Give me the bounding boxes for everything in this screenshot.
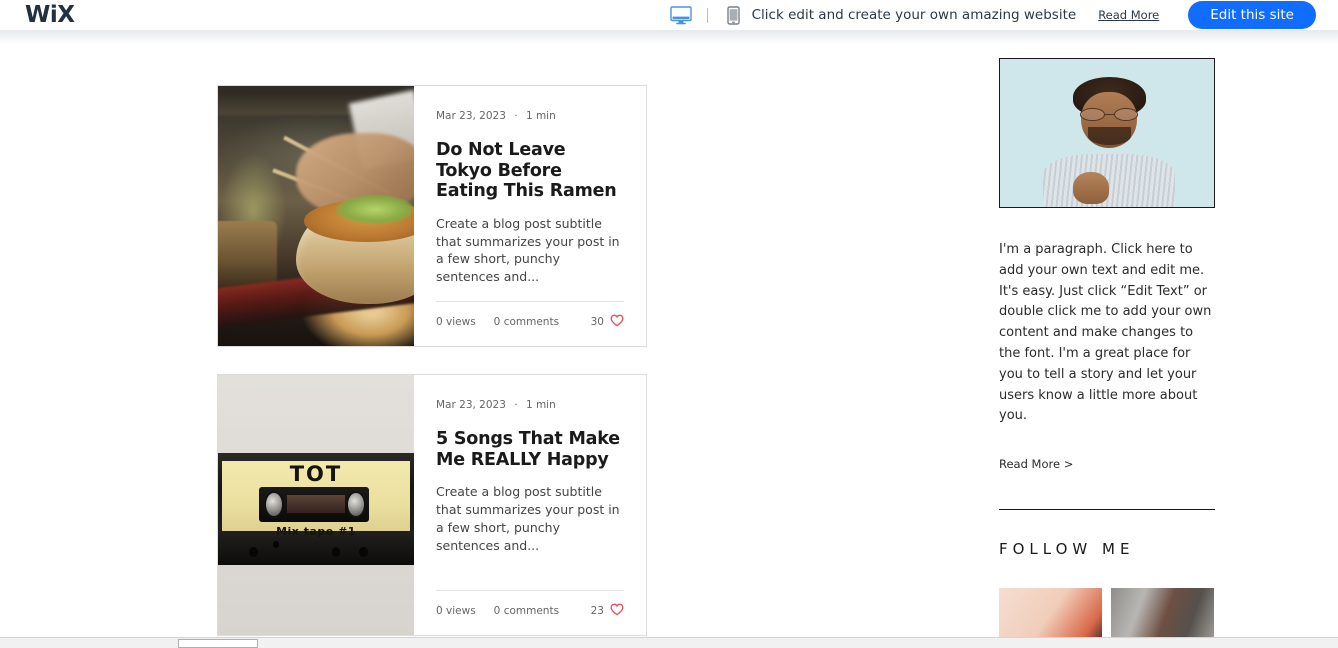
portrait-hand-shape bbox=[1072, 171, 1110, 205]
blog-feed: Mar 23, 2023 · 1 min Do Not Leave Tokyo … bbox=[217, 85, 647, 648]
follow-me-heading: FOLLOW ME bbox=[999, 540, 1135, 559]
sidebar-paragraph: I'm a paragraph. Click here to add your … bbox=[999, 242, 1212, 424]
post-body: Mar 23, 2023 · 1 min Do Not Leave Tokyo … bbox=[414, 86, 646, 346]
sidebar-read-more-link[interactable]: Read More > bbox=[999, 457, 1215, 471]
post-excerpt: Create a blog post subtitle that summari… bbox=[436, 215, 620, 285]
heart-icon[interactable] bbox=[610, 314, 624, 330]
promo-text: Click edit and create your own amazing w… bbox=[751, 7, 1077, 23]
post-title[interactable]: 5 Songs That Make Me REALLY Happy bbox=[436, 429, 624, 470]
post-excerpt: Create a blog post subtitle that summari… bbox=[436, 484, 620, 553]
blog-post-card[interactable]: Mar 23, 2023 · 1 min Do Not Leave Tokyo … bbox=[217, 85, 647, 347]
post-date: Mar 23, 2023 bbox=[436, 399, 506, 411]
portrait-photo[interactable] bbox=[999, 58, 1215, 208]
horizontal-scrollbar[interactable] bbox=[0, 637, 1338, 648]
cassette-label-bottom-text: Mix tape #1 bbox=[276, 524, 356, 538]
post-meta: Mar 23, 2023 · 1 min bbox=[436, 110, 624, 122]
glasses-lens-left bbox=[1080, 107, 1105, 122]
cassette-label-top-text: TOT bbox=[289, 462, 343, 487]
post-stats: 0 views 0 comments bbox=[436, 316, 559, 328]
mobile-view-icon[interactable] bbox=[721, 3, 747, 27]
ramen-photo[interactable] bbox=[218, 86, 414, 346]
promo-read-more-link[interactable]: Read More bbox=[1098, 8, 1159, 22]
portrait-beard-shape bbox=[1087, 127, 1131, 145]
sidebar-divider bbox=[999, 509, 1215, 511]
glasses-bridge bbox=[1104, 113, 1114, 116]
cassette-photo[interactable]: TOT Mix tape #1 bbox=[218, 375, 414, 635]
edit-this-site-button[interactable]: Edit this site bbox=[1188, 1, 1316, 29]
site-page: Mar 23, 2023 · 1 min Do Not Leave Tokyo … bbox=[0, 30, 1338, 648]
blog-post-card[interactable]: TOT Mix tape #1 Mar 23, 2023 · 1 min 5 S… bbox=[217, 374, 647, 636]
post-read-time: 1 min bbox=[525, 399, 556, 411]
glasses-lens-right bbox=[1113, 107, 1139, 122]
post-like-count: 23 bbox=[590, 605, 604, 617]
sidebar: I'm a paragraph. Click here to add your … bbox=[999, 58, 1215, 648]
cassette-hole-3 bbox=[359, 546, 368, 557]
post-meta: Mar 23, 2023 · 1 min bbox=[436, 399, 624, 411]
topbar-right-group: Click edit and create your own amazing w… bbox=[752, 0, 1338, 30]
post-like-count: 30 bbox=[590, 316, 604, 328]
cassette-hole-1 bbox=[249, 546, 259, 557]
post-comments[interactable]: 0 comments bbox=[494, 316, 559, 328]
post-read-time: 1 min bbox=[525, 110, 556, 122]
post-footer: 0 views 0 comments 23 bbox=[436, 590, 624, 619]
wix-editor-topbar: WiX Click edit and create your own amazi… bbox=[0, 0, 1338, 44]
portrait-glasses-shape bbox=[1080, 107, 1139, 122]
heart-icon[interactable] bbox=[610, 603, 624, 619]
ramen-pot-shape bbox=[218, 221, 277, 289]
portrait-shirt-shape bbox=[1042, 153, 1176, 207]
meta-separator: · bbox=[514, 110, 518, 122]
desktop-view-icon[interactable] bbox=[668, 3, 694, 27]
cassette-screw-1 bbox=[272, 541, 279, 549]
post-like-group[interactable]: 30 bbox=[591, 314, 624, 330]
cassette-reel-left bbox=[264, 490, 284, 518]
viewmode-divider bbox=[706, 7, 708, 23]
post-stats: 0 views 0 comments bbox=[436, 605, 559, 617]
cassette-film-shape bbox=[286, 494, 346, 513]
post-footer: 0 views 0 comments 30 bbox=[436, 301, 624, 330]
cassette-reel-right bbox=[346, 490, 366, 518]
post-body: Mar 23, 2023 · 1 min 5 Songs That Make M… bbox=[414, 375, 646, 635]
wix-logo[interactable]: WiX bbox=[25, 3, 75, 27]
post-date: Mar 23, 2023 bbox=[436, 110, 506, 122]
meta-separator: · bbox=[514, 399, 518, 411]
ramen-greens-shape bbox=[335, 195, 414, 224]
viewmode-toggle-group bbox=[647, 3, 767, 27]
post-views: 0 views bbox=[436, 316, 476, 328]
post-views: 0 views bbox=[436, 605, 476, 617]
post-like-group[interactable]: 23 bbox=[591, 603, 624, 619]
post-title[interactable]: Do Not Leave Tokyo Before Eating This Ra… bbox=[436, 140, 624, 202]
scrollbar-thumb[interactable] bbox=[178, 639, 258, 648]
post-comments[interactable]: 0 comments bbox=[494, 605, 559, 617]
